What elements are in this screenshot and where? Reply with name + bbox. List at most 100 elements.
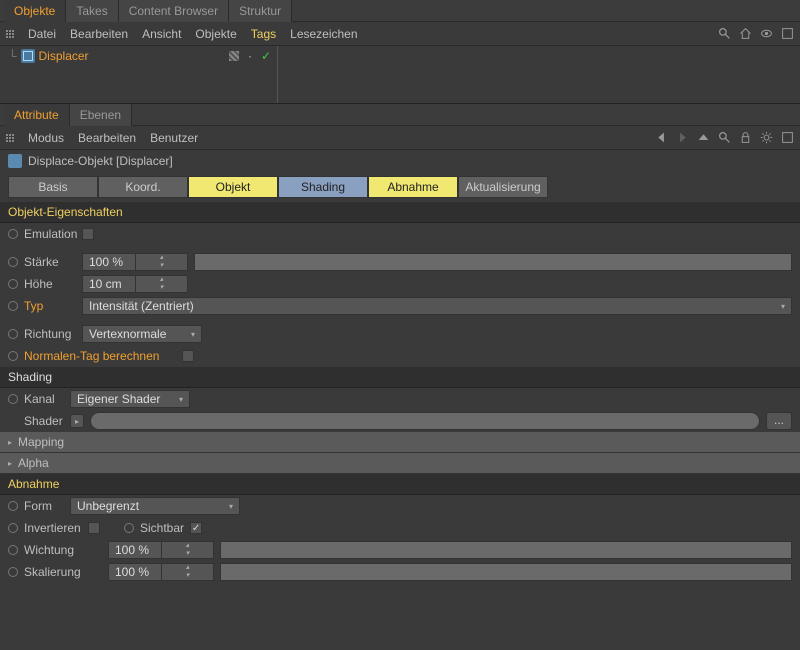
attribute-subtabs: Basis Koord. Objekt Shading Abnahme Aktu… — [0, 172, 800, 202]
label-skalierung: Skalierung — [24, 565, 102, 579]
tab-takes[interactable]: Takes — [66, 0, 118, 22]
checkbox-normalen-tag[interactable] — [182, 350, 194, 362]
checkbox-invertieren[interactable] — [88, 522, 100, 534]
field-hoehe[interactable]: 10 cm▴▾ — [82, 275, 188, 293]
anim-dot[interactable] — [8, 545, 18, 555]
displace-object-icon — [8, 154, 22, 168]
anim-dot[interactable] — [8, 501, 18, 511]
row-kanal: Kanal Eigener Shader▾ — [0, 388, 800, 410]
tab-ebenen[interactable]: Ebenen — [70, 104, 132, 126]
grip-icon[interactable] — [6, 30, 14, 38]
field-staerke[interactable]: 100 %▴▾ — [82, 253, 188, 271]
tab-content-browser[interactable]: Content Browser — [119, 0, 229, 22]
field-skalierung[interactable]: 100 %▴▾ — [108, 563, 214, 581]
checkbox-emulation[interactable] — [82, 228, 94, 240]
menu-tags[interactable]: Tags — [251, 27, 276, 41]
label-form: Form — [24, 499, 64, 513]
tab-struktur[interactable]: Struktur — [229, 0, 292, 22]
anim-dot[interactable] — [8, 523, 18, 533]
shader-slot[interactable] — [90, 412, 760, 430]
row-shader: Shader ▸ ... — [0, 410, 800, 432]
label-shader: Shader — [24, 414, 64, 428]
label-emulation: Emulation — [24, 227, 76, 241]
menu-datei[interactable]: Datei — [28, 27, 56, 41]
menu-lesezeichen[interactable]: Lesezeichen — [290, 27, 357, 41]
nav-back-icon[interactable] — [655, 131, 668, 144]
subtab-koord[interactable]: Koord. — [98, 176, 188, 198]
lock-icon[interactable] — [739, 131, 752, 144]
label-hoehe: Höhe — [24, 277, 76, 291]
row-normalen-tag: Normalen-Tag berechnen — [0, 345, 800, 367]
object-row-displacer[interactable]: └ Displacer · ✓ — [0, 46, 277, 66]
chevron-right-icon: ▸ — [8, 459, 12, 468]
nav-fwd-icon[interactable] — [676, 131, 689, 144]
dropdown-richtung[interactable]: Vertexnormale▾ — [82, 325, 202, 343]
grip-icon[interactable] — [6, 134, 14, 142]
label-mapping: Mapping — [18, 435, 64, 449]
anim-dot[interactable] — [8, 229, 18, 239]
subtab-shading[interactable]: Shading — [278, 176, 368, 198]
eye-icon[interactable] — [760, 27, 773, 40]
field-wichtung[interactable]: 100 %▴▾ — [108, 541, 214, 559]
maximize-icon[interactable] — [781, 131, 794, 144]
row-emulation: Emulation — [0, 223, 800, 245]
search-icon[interactable] — [718, 27, 731, 40]
label-sichtbar: Sichtbar — [140, 521, 184, 535]
menu-bearbeiten[interactable]: Bearbeiten — [78, 131, 136, 145]
dropdown-kanal[interactable]: Eigener Shader▾ — [70, 390, 190, 408]
subtab-objekt[interactable]: Objekt — [188, 176, 278, 198]
checkbox-sichtbar[interactable] — [190, 522, 202, 534]
gear-icon[interactable] — [760, 131, 773, 144]
shader-menu-button[interactable]: ▸ — [70, 414, 84, 428]
menu-modus[interactable]: Modus — [28, 131, 64, 145]
chevron-right-icon: ▸ — [8, 438, 12, 447]
subtab-aktualisierung[interactable]: Aktualisierung — [458, 176, 548, 198]
attribute-tabbar: Attribute Ebenen — [0, 104, 800, 126]
anim-dot[interactable] — [8, 301, 18, 311]
nav-up-icon[interactable] — [697, 131, 710, 144]
slider-staerke[interactable] — [194, 253, 792, 271]
expander-mapping[interactable]: ▸ Mapping — [0, 432, 800, 453]
top-tabbar: Objekte Takes Content Browser Struktur — [0, 0, 800, 22]
menu-objekte[interactable]: Objekte — [195, 27, 236, 41]
tab-attribute[interactable]: Attribute — [4, 104, 70, 126]
anim-dot[interactable] — [8, 567, 18, 577]
row-invertieren-sichtbar: Invertieren Sichtbar — [0, 517, 800, 539]
section-abnahme: Abnahme — [0, 474, 800, 495]
row-form: Form Unbegrenzt▾ — [0, 495, 800, 517]
subtab-abnahme[interactable]: Abnahme — [368, 176, 458, 198]
label-staerke: Stärke — [24, 255, 76, 269]
shader-browse-button[interactable]: ... — [766, 412, 792, 430]
object-name[interactable]: Displacer — [39, 49, 89, 63]
enabled-check-icon[interactable]: ✓ — [259, 49, 273, 63]
anim-dot[interactable] — [8, 257, 18, 267]
displacer-icon — [21, 49, 35, 63]
anim-dot[interactable] — [8, 329, 18, 339]
dot-flag-icon[interactable]: · — [243, 49, 257, 63]
maximize-icon[interactable] — [781, 27, 794, 40]
anim-dot[interactable] — [8, 279, 18, 289]
subtab-basis[interactable]: Basis — [8, 176, 98, 198]
anim-dot[interactable] — [8, 351, 18, 361]
row-richtung: Richtung Vertexnormale▾ — [0, 323, 800, 345]
search-icon[interactable] — [718, 131, 731, 144]
menu-ansicht[interactable]: Ansicht — [142, 27, 181, 41]
home-icon[interactable] — [739, 27, 752, 40]
row-typ: Typ Intensität (Zentriert)▾ — [0, 295, 800, 317]
expander-alpha[interactable]: ▸ Alpha — [0, 453, 800, 474]
dropdown-typ[interactable]: Intensität (Zentriert)▾ — [82, 297, 792, 315]
tab-objekte[interactable]: Objekte — [4, 0, 66, 22]
label-alpha: Alpha — [18, 456, 49, 470]
menu-benutzer[interactable]: Benutzer — [150, 131, 198, 145]
label-typ: Typ — [24, 299, 76, 313]
row-staerke: Stärke 100 %▴▾ — [0, 251, 800, 273]
slider-wichtung[interactable] — [220, 541, 792, 559]
slider-skalierung[interactable] — [220, 563, 792, 581]
menu-bearbeiten[interactable]: Bearbeiten — [70, 27, 128, 41]
visibility-flag-icon[interactable] — [227, 49, 241, 63]
dropdown-form[interactable]: Unbegrenzt▾ — [70, 497, 240, 515]
anim-dot[interactable] — [124, 523, 134, 533]
object-tree-area: └ Displacer · ✓ — [0, 46, 800, 104]
anim-dot[interactable] — [8, 394, 18, 404]
attribute-title: Displace-Objekt [Displacer] — [28, 154, 173, 168]
